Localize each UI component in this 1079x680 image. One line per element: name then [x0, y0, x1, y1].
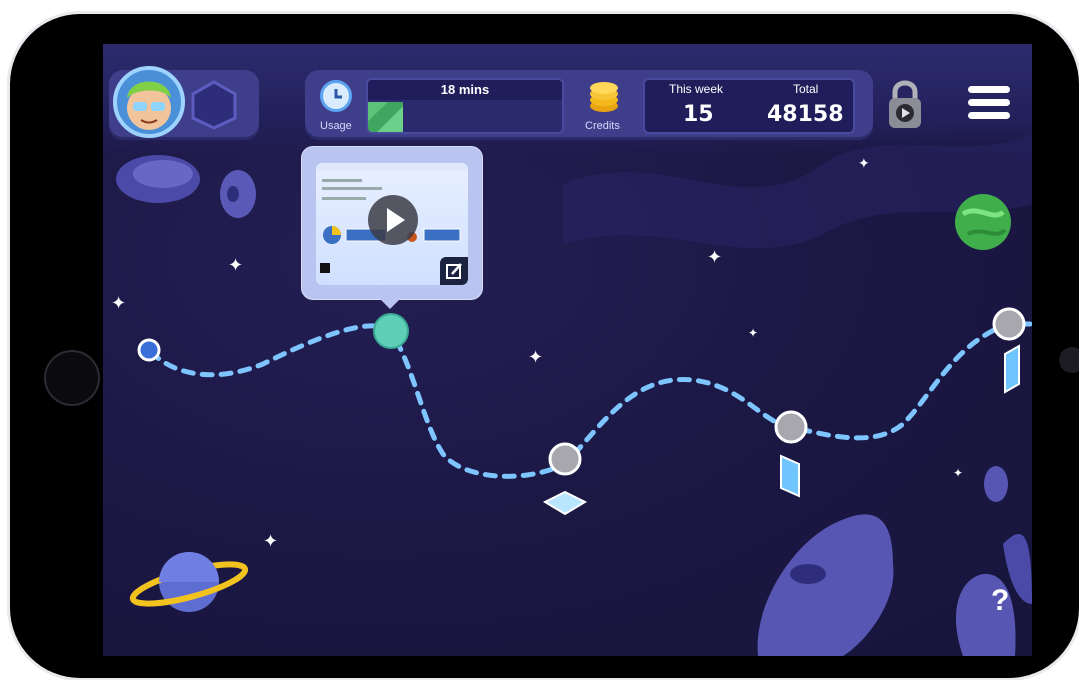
edit-icon [446, 263, 462, 279]
menu-icon[interactable] [968, 86, 1010, 125]
level-node-locked[interactable] [992, 307, 1026, 341]
usage-time: 18 mins [368, 80, 562, 100]
total-value: 48158 [767, 102, 844, 127]
level-node-locked[interactable] [548, 442, 582, 476]
clock-icon [320, 80, 352, 112]
credits-stats: This week Total 15 48158 [643, 78, 855, 134]
usage-progress-fill [368, 102, 403, 132]
hexagon-badge-icon [191, 80, 237, 130]
coins-icon [590, 82, 618, 112]
play-icon [387, 208, 405, 232]
activity-thumbnail [316, 163, 468, 285]
lock-icon[interactable] [885, 76, 925, 132]
activity-preview-card[interactable] [301, 146, 483, 309]
total-label: Total [793, 82, 819, 96]
play-button[interactable] [368, 195, 418, 245]
edit-button[interactable] [440, 257, 468, 285]
avatar[interactable] [113, 66, 185, 138]
level-node-start[interactable] [137, 338, 161, 362]
game-screen: ✦ ✦ ✦ ✦ ✦ ✦ ✦ ✦ Usage 18 mins Credits Th… [103, 44, 1032, 656]
credits-label: Credits [585, 120, 620, 132]
this-week-label: This week [669, 82, 724, 96]
this-week-value: 15 [683, 102, 714, 127]
top-bar: Usage 18 mins Credits This week Total 15… [103, 44, 1032, 156]
avatar-face-icon [127, 81, 171, 130]
help-icon[interactable]: ? [991, 584, 1009, 618]
level-node-locked[interactable] [774, 410, 808, 444]
level-node-current[interactable] [373, 313, 409, 349]
usage-progress-bar: 18 mins [366, 78, 564, 134]
camera-dot [1059, 347, 1079, 373]
home-button [44, 350, 100, 406]
usage-label: Usage [320, 120, 352, 132]
